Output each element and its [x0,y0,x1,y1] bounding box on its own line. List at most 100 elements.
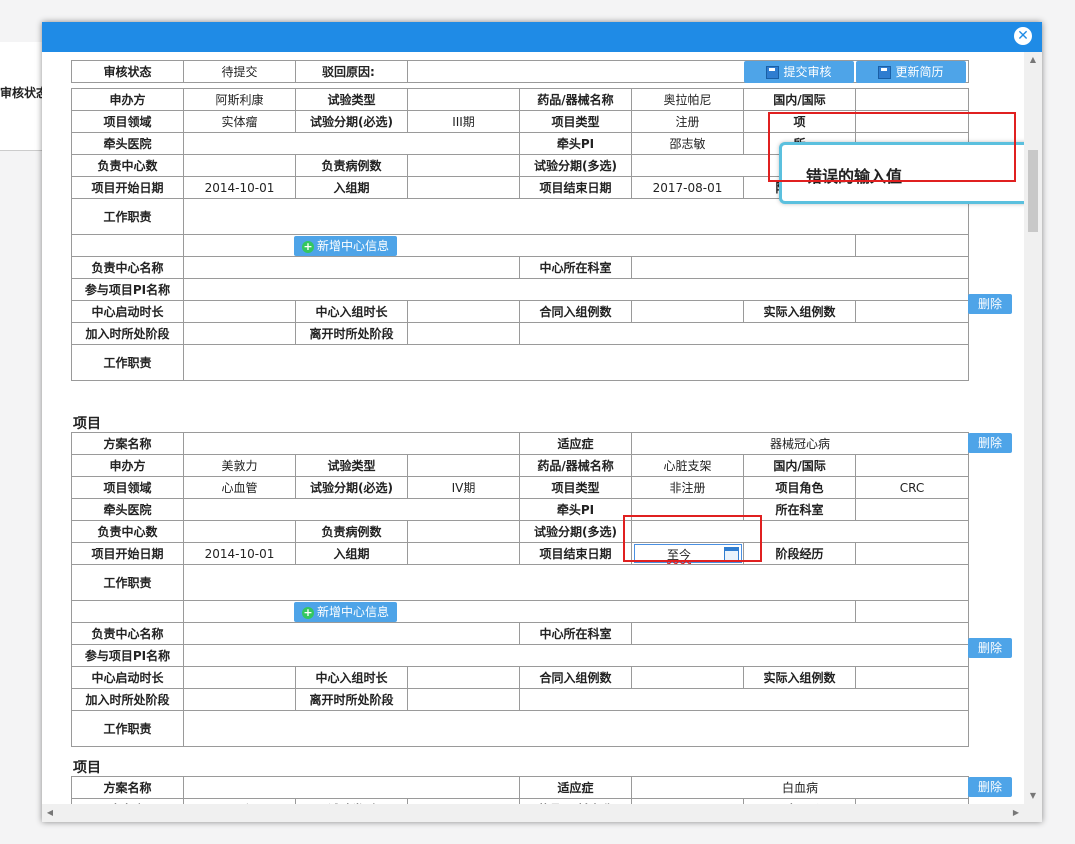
field-value[interactable]: 心血管 [183,476,296,499]
center-enroll-value[interactable] [407,300,520,323]
center-enroll-label: 中心入组时长 [295,666,408,689]
leave-stage-value[interactable] [407,322,520,345]
type-value[interactable]: 非注册 [631,476,745,499]
phase-multi-label: 试验分期(多选) [519,520,633,543]
plan-name-label: 方案名称 [71,432,184,455]
end-date-label: 项目结束日期 [519,542,633,565]
case-count-value[interactable] [406,520,521,543]
center-enroll-value[interactable] [406,666,521,689]
stage-value[interactable] [855,542,970,565]
field-label: 项目领域 [71,476,184,499]
delete-button-1[interactable]: 删除 [968,294,1012,314]
plan-name-value[interactable] [182,432,521,455]
reject-reason-label: 驳回原因: [295,60,408,83]
center-name-value[interactable] [183,256,520,279]
participant-pi-value[interactable] [183,278,969,301]
phase-multi-label: 试验分期(多选) [519,154,632,177]
domestic-label: 国内/国际 [743,88,856,111]
actual-cases-label: 实际入组例数 [743,666,857,689]
trial-type-value[interactable] [407,88,520,111]
scroll-down-icon[interactable]: ▼ [1024,788,1042,804]
indication-value[interactable]: 器械冠心病 [631,432,970,455]
center-start-value[interactable] [183,300,296,323]
start-date-value[interactable]: 2014-10-01 [183,176,296,199]
start-date-label: 项目开始日期 [71,542,184,565]
add-center-button[interactable]: + 新增中心信息 [294,235,398,256]
field-value[interactable]: 实体瘤 [183,110,296,133]
lead-pi-label: 牵头PI [519,132,632,155]
actual-cases-value[interactable] [855,300,969,323]
end-date-value[interactable]: 2017-08-01 [631,176,744,199]
center-dept-value[interactable] [631,622,970,645]
participant-pi-value[interactable] [182,644,970,667]
case-count-value[interactable] [407,154,520,177]
lead-hospital-value[interactable] [182,498,521,521]
vertical-scrollbar[interactable]: ▲ ▼ [1024,52,1042,804]
actual-cases-value[interactable] [855,666,970,689]
duties-value[interactable] [182,564,970,601]
update-resume-button[interactable]: 更新简历 [856,61,966,83]
delete-button-2[interactable]: 删除 [968,433,1012,453]
domestic-value[interactable] [855,88,969,111]
center-name-value[interactable] [182,622,521,645]
sponsor-value[interactable]: 阿斯利康 [183,88,296,111]
dept-value[interactable] [855,498,970,521]
drug-value[interactable]: 心脏支架 [631,454,745,477]
scroll-left-icon[interactable]: ◀ [42,804,58,822]
participant-pi-label: 参与项目PI名称 [71,278,184,301]
enroll-value[interactable] [407,176,520,199]
drug-value[interactable]: 奥拉帕尼 [631,88,744,111]
center-dept-value[interactable] [631,256,969,279]
center-duties-label: 工作职责 [71,344,184,381]
indication-value[interactable]: 白血病 [631,776,970,799]
sponsor-value[interactable]: 美敦力 [183,454,296,477]
lead-hospital-label: 牵头医院 [71,498,184,521]
start-date-label: 项目开始日期 [71,176,184,199]
trial-type-value[interactable] [406,454,521,477]
role-value[interactable]: CRC [855,476,970,499]
contract-cases-value[interactable] [631,666,745,689]
join-stage-value[interactable] [183,688,296,711]
leave-stage-value[interactable] [406,688,521,711]
field-label: 项目领域 [71,110,184,133]
phase-label: 试验分期(必选) [295,476,408,499]
plan-name-value[interactable] [182,776,521,799]
delete-button-3[interactable]: 删除 [968,638,1012,658]
project-table-3: 方案名称适应症白血病 申办方辉瑞试验类型药品/器械名称国内/国际 [71,776,970,804]
start-date-value[interactable]: 2014-10-01 [183,542,296,565]
center-start-value[interactable] [183,666,296,689]
submit-review-button[interactable]: 提交审核 [744,61,854,83]
type-value[interactable]: 注册 [631,110,744,133]
delete-button-4[interactable]: 删除 [968,777,1012,797]
scroll-right-icon[interactable]: ▶ [1008,804,1024,822]
actual-cases-label: 实际入组例数 [743,300,856,323]
lead-hospital-value[interactable] [183,132,520,155]
center-duties-value[interactable] [183,344,969,381]
phase-value[interactable]: III期 [407,110,520,133]
enroll-value[interactable] [406,542,521,565]
duties-label: 工作职责 [71,198,184,235]
highlight-box-end-date [623,515,762,562]
horizontal-scrollbar[interactable]: ◀ ▶ [42,804,1024,822]
center-count-value[interactable] [183,520,296,543]
contract-cases-value[interactable] [631,300,744,323]
dialog-content: 申办方 阿斯利康 试验类型 药品/器械名称 奥拉帕尼 国内/国际 项目领域 实体瘤 试验分期(… [42,52,1024,804]
phase-label: 试验分期(必选) [295,110,408,133]
type-label: 项目类型 [519,476,633,499]
trial-type-label: 试验类型 [295,454,408,477]
leave-stage-label: 离开时所处阶段 [295,688,408,711]
scroll-up-icon[interactable]: ▲ [1024,52,1042,68]
add-center-button[interactable]: + 新增中心信息 [294,601,398,622]
audit-status-label: 审核状态 [71,60,184,83]
domestic-value[interactable] [855,454,970,477]
lead-hospital-label: 牵头医院 [71,132,184,155]
phase-value[interactable]: IV期 [406,476,521,499]
close-icon[interactable]: ✕ [1014,27,1032,45]
contract-cases-label: 合同入组例数 [519,666,633,689]
center-count-value[interactable] [183,154,296,177]
join-stage-value[interactable] [183,322,296,345]
center-duties-value[interactable] [182,710,970,747]
type-label: 项目类型 [519,110,632,133]
scroll-thumb[interactable] [1028,150,1038,232]
lead-pi-value[interactable]: 邵志敏 [631,132,744,155]
